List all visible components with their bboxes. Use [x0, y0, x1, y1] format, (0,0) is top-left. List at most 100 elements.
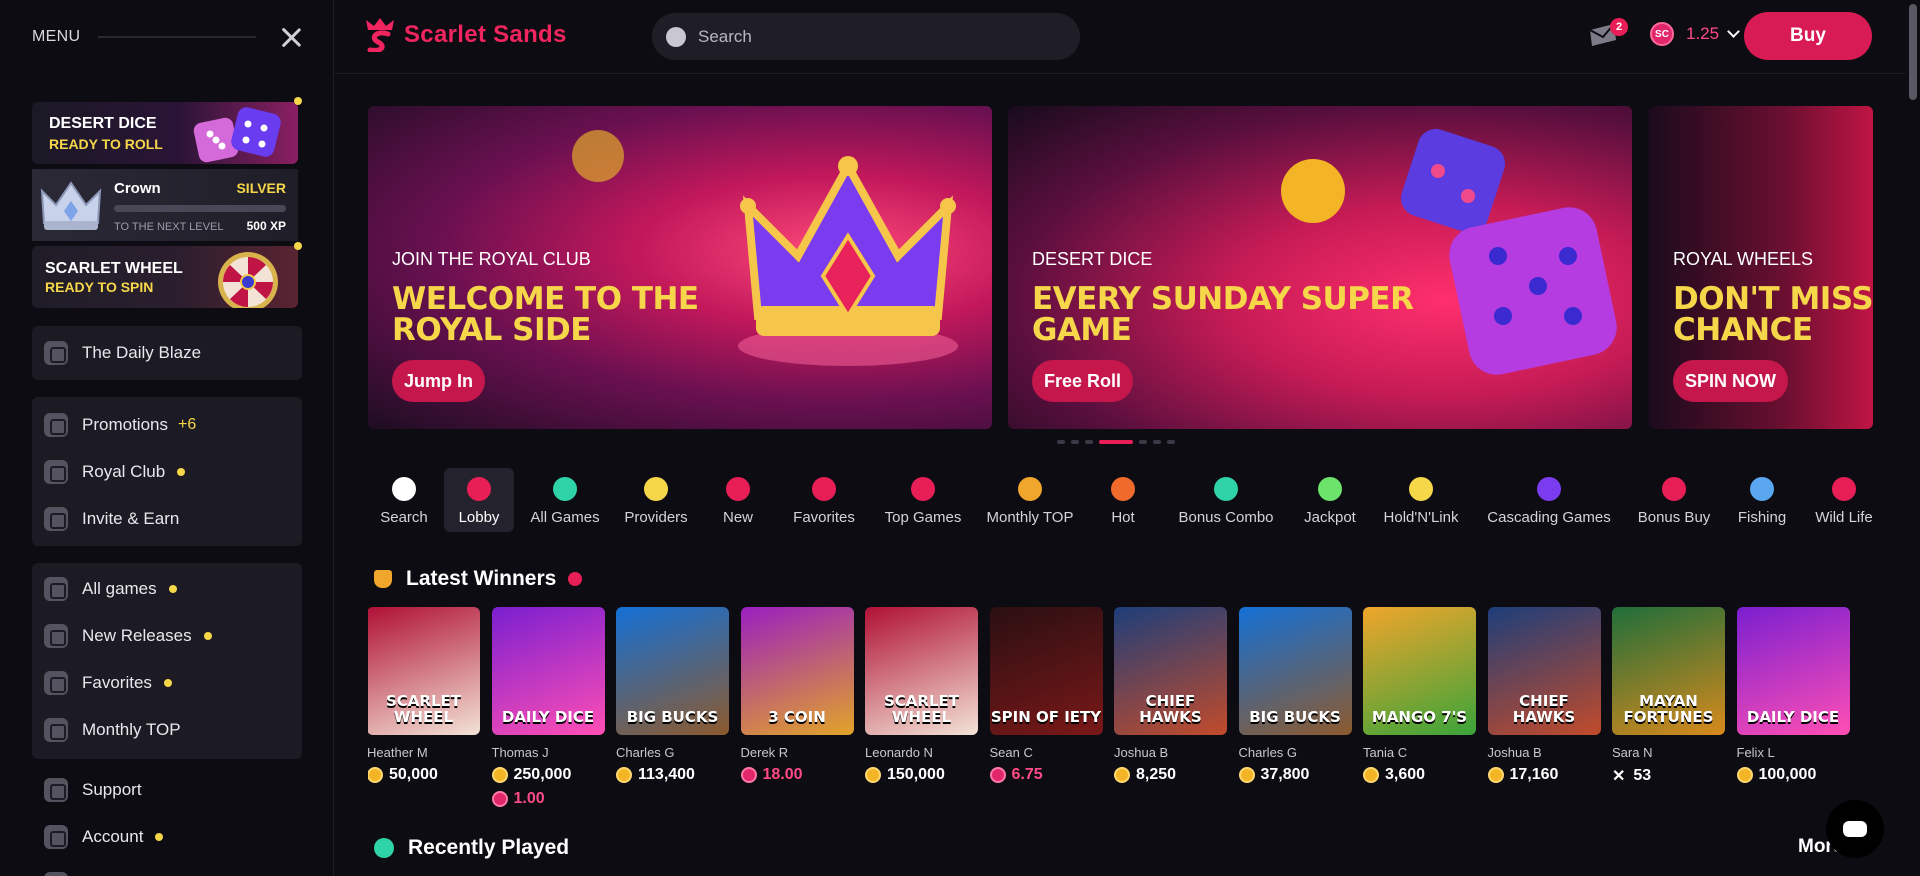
winner-card[interactable]: SCARLET WHEEL Heather M 50,000 — [368, 607, 480, 784]
tab-bonus-combo[interactable]: Bonus Combo — [1178, 468, 1274, 532]
game-tile[interactable]: CHIEF HAWKS — [1487, 607, 1601, 735]
sidebar-item-label: Account — [82, 827, 144, 846]
pager-dot[interactable] — [1085, 440, 1093, 444]
winner-card[interactable]: MAYAN FORTUNES Sara N ✕ 53 — [1612, 607, 1725, 786]
clock-icon — [374, 838, 394, 858]
page-scrollbar[interactable] — [1906, 0, 1920, 876]
gift-icon — [44, 413, 68, 437]
winner-card[interactable]: DAILY DICE Felix L 100,000 — [1736, 607, 1850, 784]
tab-top-games[interactable]: Top Games — [884, 468, 962, 532]
winner-card[interactable]: DAILY DICE Thomas J 250,000 1.00 — [491, 607, 605, 808]
winner-prize: 37,800 — [1238, 766, 1352, 784]
tab-label: Jackpot — [1304, 509, 1356, 526]
tab-wild-life[interactable]: Wild Life — [1814, 468, 1873, 532]
pager-dot[interactable] — [1071, 440, 1079, 444]
tab-providers[interactable]: Providers — [624, 468, 688, 532]
desert-dice-card[interactable]: DESERT DICE READY TO ROLL — [32, 102, 298, 164]
sidebar-item-more[interactable] — [44, 866, 82, 876]
tab-hold-n-link[interactable]: Hold'N'Link — [1384, 468, 1458, 532]
tab-all-games[interactable]: All Games — [530, 468, 600, 532]
winner-card[interactable]: BIG BUCKS Charles G 113,400 — [616, 607, 729, 784]
gold-coin-icon — [1487, 767, 1504, 783]
sidebar-item-all-games[interactable]: All games — [44, 571, 177, 607]
winner-card[interactable]: SCARLET WHEEL Leonardo N 150,000 — [865, 607, 978, 784]
sidebar-item-favorites[interactable]: Favorites — [44, 665, 172, 701]
game-tile[interactable]: SPIN OF IETY — [989, 607, 1103, 735]
next-level-xp: 500 XP — [246, 219, 286, 233]
search-bar[interactable] — [652, 13, 1080, 60]
brand-logo[interactable]: Scarlet Sands — [366, 18, 567, 52]
free-roll-button[interactable]: Free Roll — [1032, 360, 1134, 402]
pager-dot[interactable] — [1153, 440, 1161, 444]
spin-now-button[interactable]: SPIN NOW — [1673, 360, 1789, 402]
rocket-icon — [911, 477, 935, 501]
game-tile[interactable]: BIG BUCKS — [1238, 607, 1352, 735]
tab-monthly-top[interactable]: Monthly TOP — [986, 468, 1074, 532]
pager-dot[interactable] — [1167, 440, 1175, 444]
banner-desert-dice[interactable]: DESERT DICE EVERY SUNDAY SUPER GAME Free… — [1008, 106, 1632, 429]
tab-lobby[interactable]: Lobby — [444, 468, 514, 532]
sidebar-item-new-releases[interactable]: New Releases — [44, 618, 212, 654]
balance-amount: 1.25 — [1686, 24, 1720, 43]
sidebar-item-monthly-top[interactable]: Monthly TOP — [44, 712, 181, 748]
sidebar-item-label: Support — [82, 780, 142, 799]
game-title: SCARLET WHEEL — [385, 692, 461, 726]
notification-dot — [203, 632, 212, 640]
sidebar-item-royal-club[interactable]: Royal Club — [44, 454, 186, 490]
pager-dot[interactable] — [1057, 440, 1065, 444]
prize-amount: 100,000 — [1758, 766, 1817, 783]
game-tile[interactable]: MANGO 7'S — [1363, 607, 1476, 735]
sidebar-item-account[interactable]: Account — [44, 819, 164, 855]
currency-selector[interactable]: SC 1.25 — [1650, 22, 1740, 46]
close-icon[interactable] — [280, 26, 302, 48]
game-tile[interactable]: CHIEF HAWKS — [1114, 607, 1227, 735]
scrollbar-thumb[interactable] — [1909, 4, 1917, 100]
banner-royal-wheels[interactable]: ROYAL WHEELS DON'T MISS YOUR CHANCE SPIN… — [1649, 106, 1873, 429]
game-tile[interactable]: DAILY DICE — [1736, 607, 1850, 735]
tab-bonus-buy[interactable]: Bonus Buy — [1638, 468, 1710, 532]
section-title: Latest Winners — [406, 567, 557, 590]
game-tile[interactable]: SCARLET WHEEL — [865, 607, 978, 735]
pager-dot-active[interactable] — [1099, 440, 1133, 444]
gold-coin-icon — [1114, 767, 1130, 783]
sidebar-item-support[interactable]: Support — [44, 772, 142, 808]
sidebar-item-daily-blaze[interactable]: The Daily Blaze — [44, 335, 201, 371]
game-tile[interactable]: 3 COIN — [740, 607, 854, 735]
brand-name: Scarlet Sands — [404, 21, 567, 48]
tab-cascading-games[interactable]: Cascading Games — [1487, 468, 1611, 532]
sidebar-item-promotions[interactable]: Promotions +6 — [44, 407, 196, 443]
tab-new[interactable]: New — [718, 468, 758, 532]
tab-search[interactable]: Search — [376, 468, 432, 532]
search-input[interactable] — [698, 26, 1038, 47]
game-tile[interactable]: MAYAN FORTUNES — [1612, 607, 1725, 735]
winner-card[interactable]: MANGO 7'S Tania C 3,600 — [1363, 607, 1476, 784]
sidebar-item-invite-earn[interactable]: Invite & Earn — [44, 501, 179, 537]
wildlife-icon — [1832, 477, 1856, 501]
mail-count-badge: 2 — [1610, 18, 1628, 36]
winner-card[interactable]: CHIEF HAWKS Joshua B 17,160 — [1487, 607, 1601, 784]
crown-level-card[interactable]: Crown SILVER TO THE NEXT LEVEL 500 XP — [32, 169, 298, 241]
tab-favorites[interactable]: Favorites — [792, 468, 856, 532]
winner-name: Sean C — [989, 745, 1033, 760]
winner-card[interactable]: SPIN OF IETY Sean C 6.75 — [989, 607, 1103, 784]
banner-headline: EVERY SUNDAY SUPER GAME — [1032, 281, 1414, 348]
pager-dot[interactable] — [1139, 440, 1147, 444]
game-title: MANGO 7'S — [1371, 708, 1468, 726]
tab-jackpot[interactable]: Jackpot — [1302, 468, 1358, 532]
tab-fishing[interactable]: Fishing — [1738, 468, 1786, 532]
buy-button[interactable]: Buy — [1744, 12, 1872, 60]
tab-hot[interactable]: Hot — [1106, 468, 1140, 532]
chat-support-icon[interactable] — [1826, 800, 1884, 858]
scarlet-wheel-card[interactable]: SCARLET WHEEL READY TO SPIN — [32, 246, 298, 308]
game-tile[interactable]: DAILY DICE — [491, 607, 605, 735]
jump-in-button[interactable]: Jump In — [392, 360, 486, 402]
game-tile[interactable]: SCARLET WHEEL — [368, 607, 480, 735]
winner-card[interactable]: BIG BUCKS Charles G 37,800 — [1238, 607, 1352, 784]
banner-royal-club[interactable]: JOIN THE ROYAL CLUB WELCOME TO THE ROYAL… — [368, 106, 992, 429]
game-tile[interactable]: BIG BUCKS — [616, 607, 729, 735]
sweeps-coin-icon — [491, 791, 508, 807]
gamepad-icon — [44, 577, 68, 601]
winner-card[interactable]: 3 COIN Derek R 18.00 — [740, 607, 854, 784]
gold-coin-icon — [1363, 767, 1379, 783]
winner-card[interactable]: CHIEF HAWKS Joshua B 8,250 — [1114, 607, 1227, 784]
